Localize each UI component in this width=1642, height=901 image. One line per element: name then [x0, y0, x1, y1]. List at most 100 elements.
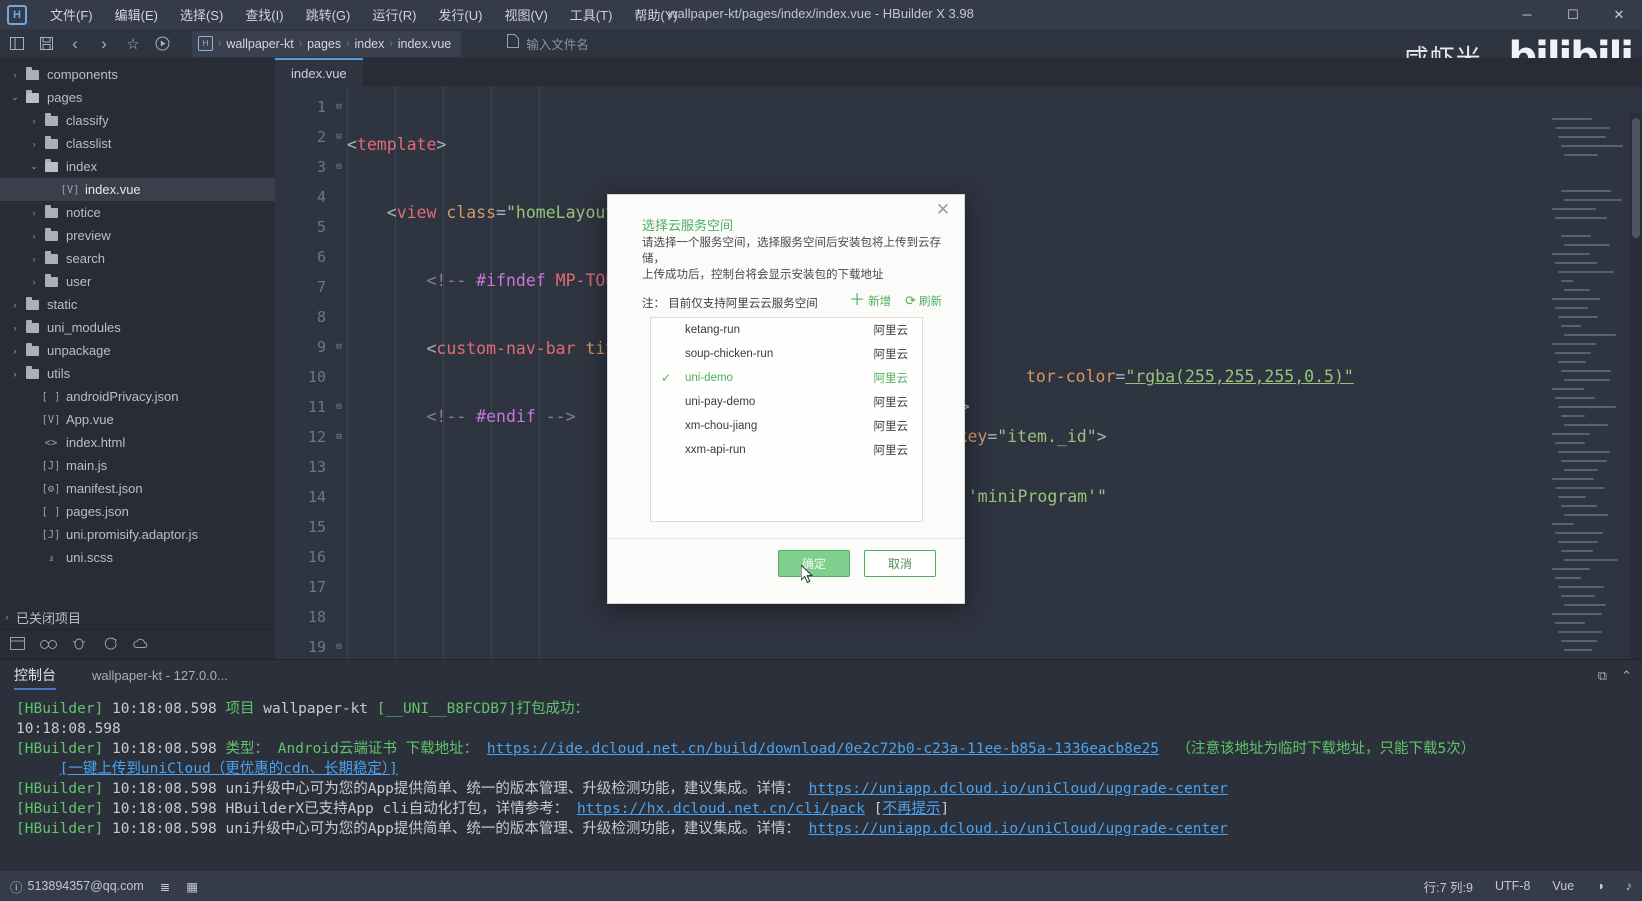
tree-item-unpackage[interactable]: › unpackage: [0, 339, 275, 362]
tab-index-vue[interactable]: index.vue: [275, 58, 363, 86]
panel-toggle-icon[interactable]: [4, 32, 30, 56]
create-space-button[interactable]: ＋ 新增: [849, 293, 891, 309]
star-icon[interactable]: ☆: [120, 32, 146, 56]
minimap[interactable]: [1552, 114, 1630, 659]
link-icon[interactable]: [37, 637, 59, 653]
tree-item-pages-json[interactable]: ›[ ] pages.json: [0, 500, 275, 523]
menu-publish[interactable]: 发行(U): [427, 1, 493, 28]
save-icon[interactable]: [33, 32, 59, 56]
menu-edit[interactable]: 编辑(E): [104, 1, 169, 28]
tree-item-uni_modules[interactable]: › uni_modules: [0, 316, 275, 339]
breadcrumb-item-pages[interactable]: pages: [307, 37, 341, 51]
filename-input[interactable]: 输入文件名: [526, 34, 589, 53]
tree-item-classlist[interactable]: › classlist: [0, 132, 275, 155]
chevron-right-icon[interactable]: ›: [8, 323, 22, 333]
chevron-right-icon[interactable]: ›: [27, 139, 41, 149]
tree-item-index-vue[interactable]: ›[V] index.vue: [0, 178, 275, 201]
account-status[interactable]: ⓘ 513894357@qq.com: [10, 877, 144, 896]
notification-bell-icon[interactable]: ♪: [1626, 879, 1632, 893]
tree-item-main-js[interactable]: ›[J] main.js: [0, 454, 275, 477]
cloud-space-item[interactable]: soup-chicken-run 阿里云: [651, 342, 922, 366]
tree-item-search[interactable]: › search: [0, 247, 275, 270]
maximize-button[interactable]: ☐: [1550, 0, 1596, 29]
cloud-space-item[interactable]: uni-pay-demo 阿里云: [651, 390, 922, 414]
tree-item-index-html[interactable]: ›<> index.html: [0, 431, 275, 454]
tree-item-androidprivacy-json[interactable]: ›[ ] androidPrivacy.json: [0, 385, 275, 408]
project-explorer[interactable]: › components ⌄ pages › classify › classlist ⌄ ind…: [0, 58, 275, 659]
tree-item-uni-promisify-adaptor-js[interactable]: ›[J] uni.promisify.adaptor.js: [0, 523, 275, 546]
close-button[interactable]: ✕: [1596, 0, 1642, 29]
tab-project-server[interactable]: wallpaper-kt - 127.0.0...: [92, 668, 228, 686]
console-output[interactable]: [HBuilder] 10:18:08.598 项目 wallpaper-kt …: [0, 694, 1642, 871]
grid-view-icon[interactable]: ▦: [186, 879, 198, 894]
chevron-right-icon[interactable]: ›: [27, 231, 41, 241]
cancel-button[interactable]: 取消: [864, 550, 936, 577]
cloud-space-item[interactable]: xm-chou-jiang 阿里云: [651, 414, 922, 438]
tree-item-components[interactable]: › components: [0, 63, 275, 86]
menu-view[interactable]: 视图(V): [493, 1, 558, 28]
copy-icon[interactable]: ⧉: [1598, 668, 1607, 684]
list-view-icon[interactable]: ≣: [160, 879, 170, 894]
scrollbar-thumb[interactable]: [1632, 118, 1640, 238]
language-mode[interactable]: Vue: [1552, 879, 1574, 893]
tree-item-pages[interactable]: ⌄ pages: [0, 86, 275, 109]
breadcrumb-item-index[interactable]: index: [354, 37, 384, 51]
console-link[interactable]: https://uniapp.dcloud.io/uniCloud/upgrad…: [809, 781, 1228, 797]
cursor-position[interactable]: 行:7 列:9: [1424, 877, 1473, 896]
menu-file[interactable]: 文件(F): [39, 1, 104, 28]
console-link[interactable]: [一键上传到uniCloud（更优惠的cdn、长期稳定）]: [60, 761, 398, 777]
tree-item-app-vue[interactable]: ›[V] App.vue: [0, 408, 275, 431]
cloud-space-list[interactable]: ketang-run 阿里云 soup-chicken-run 阿里云 ✓ uni-dem…: [650, 317, 923, 522]
chevron-right-icon[interactable]: ›: [27, 116, 41, 126]
tree-item-user[interactable]: › user: [0, 270, 275, 293]
tree-item-preview[interactable]: › preview: [0, 224, 275, 247]
tree-item-static[interactable]: › static: [0, 293, 275, 316]
chevron-right-icon[interactable]: ›: [8, 369, 22, 379]
tab-console[interactable]: 控制台: [14, 665, 56, 690]
chevron-down-icon[interactable]: ⌄: [8, 92, 22, 103]
back-icon[interactable]: ‹: [62, 32, 88, 56]
cloud-space-item[interactable]: xxm-api-run 阿里云: [651, 438, 922, 462]
menu-find[interactable]: 查找(I): [234, 1, 294, 28]
project-manager-icon[interactable]: [6, 636, 28, 653]
tree-item-manifest-json[interactable]: ›[⚙] manifest.json: [0, 477, 275, 500]
forward-icon[interactable]: ›: [91, 32, 117, 56]
tree-item-notice[interactable]: › notice: [0, 201, 275, 224]
chevron-right-icon[interactable]: ›: [27, 254, 41, 264]
terminal-icon[interactable]: [99, 637, 121, 653]
theme-toggle-icon[interactable]: ◑: [1596, 879, 1604, 893]
menu-run[interactable]: 运行(R): [361, 1, 427, 28]
refresh-button[interactable]: ⟳ 刷新: [905, 293, 942, 309]
chevron-down-icon[interactable]: ⌄: [27, 161, 41, 172]
menu-tools[interactable]: 工具(T): [559, 1, 624, 28]
tree-item-classify[interactable]: › classify: [0, 109, 275, 132]
cloud-space-item[interactable]: ✓ uni-demo 阿里云: [651, 366, 922, 390]
tree-item-uni-scss[interactable]: › ⅎ uni.scss: [0, 546, 275, 569]
filename-input-group[interactable]: 输入文件名: [507, 34, 589, 53]
run-icon[interactable]: [149, 32, 175, 56]
chevron-right-icon[interactable]: ›: [8, 300, 22, 310]
close-icon[interactable]: ✕: [933, 200, 953, 220]
cloud-icon[interactable]: [130, 637, 152, 653]
console-link[interactable]: https://ide.dcloud.net.cn/build/download…: [487, 741, 1159, 757]
collapse-icon[interactable]: ⌃: [1621, 668, 1632, 684]
chevron-right-icon[interactable]: ›: [27, 277, 41, 287]
breadcrumb-item-file[interactable]: index.vue: [398, 37, 452, 51]
console-link[interactable]: 不再提示: [883, 801, 941, 817]
console-link[interactable]: https://uniapp.dcloud.io/uniCloud/upgrad…: [809, 821, 1228, 837]
console-link[interactable]: https://hx.dcloud.net.cn/cli/pack: [577, 801, 865, 817]
tree-item-utils[interactable]: › utils: [0, 362, 275, 385]
menu-select[interactable]: 选择(S): [169, 1, 234, 28]
closed-projects-row[interactable]: › 已关闭项目: [0, 605, 275, 629]
chevron-right-icon[interactable]: ›: [8, 70, 22, 80]
cloud-space-item[interactable]: ketang-run 阿里云: [651, 318, 922, 342]
menu-goto[interactable]: 跳转(G): [295, 1, 362, 28]
chevron-right-icon[interactable]: ›: [27, 208, 41, 218]
chevron-right-icon[interactable]: ›: [8, 346, 22, 356]
bug-icon[interactable]: [68, 637, 90, 653]
tree-item-index[interactable]: ⌄ index: [0, 155, 275, 178]
editor-vertical-scrollbar[interactable]: [1630, 114, 1642, 659]
minimize-button[interactable]: ─: [1504, 0, 1550, 29]
encoding-label[interactable]: UTF-8: [1495, 879, 1530, 893]
breadcrumb[interactable]: H › wallpaper-kt › pages › index › index…: [192, 30, 462, 57]
